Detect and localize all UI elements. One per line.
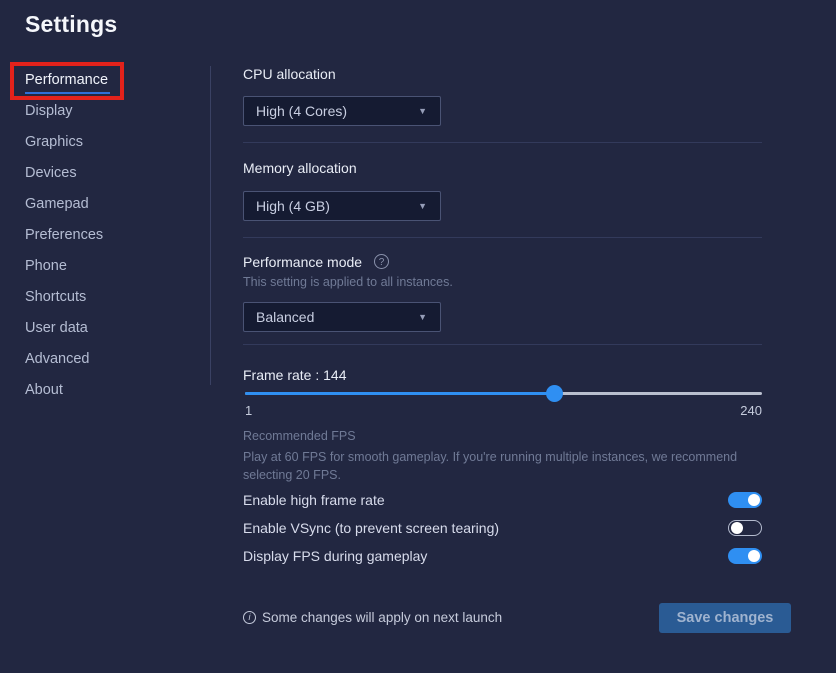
info-icon: i: [243, 611, 256, 624]
sidebar-item-about[interactable]: About: [25, 382, 185, 402]
toggle-knob: [748, 550, 760, 562]
toggle-display-fps[interactable]: [728, 548, 762, 564]
section-divider: [243, 237, 762, 238]
sidebar-item-preferences[interactable]: Preferences: [25, 227, 185, 247]
chevron-down-icon: ▼: [418, 312, 440, 322]
sidebar-divider: [210, 66, 211, 385]
toggle-label-display-fps: Display FPS during gameplay: [243, 548, 427, 564]
sidebar-item-phone[interactable]: Phone: [25, 258, 185, 278]
memory-allocation-dropdown[interactable]: High (4 GB) ▼: [243, 191, 441, 221]
selected-item-underline: [25, 92, 110, 94]
toggle-knob: [731, 522, 743, 534]
toggle-label-high-frame-rate: Enable high frame rate: [243, 492, 385, 508]
sidebar-item-user-data[interactable]: User data: [25, 320, 185, 340]
toggle-label-vsync: Enable VSync (to prevent screen tearing): [243, 520, 499, 536]
frame-rate-slider[interactable]: [245, 392, 762, 395]
toggle-high-frame-rate[interactable]: [728, 492, 762, 508]
slider-min-label: 1: [245, 403, 252, 418]
memory-allocation-value: High (4 GB): [244, 198, 418, 214]
save-changes-button[interactable]: Save changes: [659, 603, 791, 633]
section-divider: [243, 344, 762, 345]
help-icon[interactable]: ?: [374, 254, 389, 269]
performance-mode-value: Balanced: [244, 309, 418, 325]
chevron-down-icon: ▼: [418, 106, 440, 116]
sidebar-item-performance[interactable]: Performance: [25, 72, 185, 92]
performance-mode-subtitle: This setting is applied to all instances…: [243, 275, 453, 289]
slider-thumb[interactable]: [546, 385, 563, 402]
performance-mode-dropdown[interactable]: Balanced ▼: [243, 302, 441, 332]
memory-allocation-label: Memory allocation: [243, 160, 357, 176]
recommended-fps-body: Play at 60 FPS for smooth gameplay. If y…: [243, 448, 762, 484]
sidebar-item-advanced[interactable]: Advanced: [25, 351, 185, 371]
sidebar-item-shortcuts[interactable]: Shortcuts: [25, 289, 185, 309]
footer-note: Some changes will apply on next launch: [262, 610, 502, 625]
toggle-knob: [748, 494, 760, 506]
section-divider: [243, 142, 762, 143]
toggle-vsync[interactable]: [728, 520, 762, 536]
frame-rate-label: Frame rate : 144: [243, 367, 347, 383]
cpu-allocation-label: CPU allocation: [243, 66, 336, 82]
recommended-fps-title: Recommended FPS: [243, 429, 356, 443]
performance-mode-label: Performance mode: [243, 254, 362, 270]
sidebar-item-gamepad[interactable]: Gamepad: [25, 196, 185, 216]
settings-window: Settings Performance Display Graphics De…: [0, 0, 836, 673]
sidebar-item-devices[interactable]: Devices: [25, 165, 185, 185]
chevron-down-icon: ▼: [418, 201, 440, 211]
cpu-allocation-dropdown[interactable]: High (4 Cores) ▼: [243, 96, 441, 126]
sidebar-item-graphics[interactable]: Graphics: [25, 134, 185, 154]
cpu-allocation-value: High (4 Cores): [244, 103, 418, 119]
page-title: Settings: [25, 11, 117, 38]
sidebar-item-display[interactable]: Display: [25, 103, 185, 123]
slider-max-label: 240: [740, 403, 762, 418]
slider-fill: [245, 392, 554, 395]
